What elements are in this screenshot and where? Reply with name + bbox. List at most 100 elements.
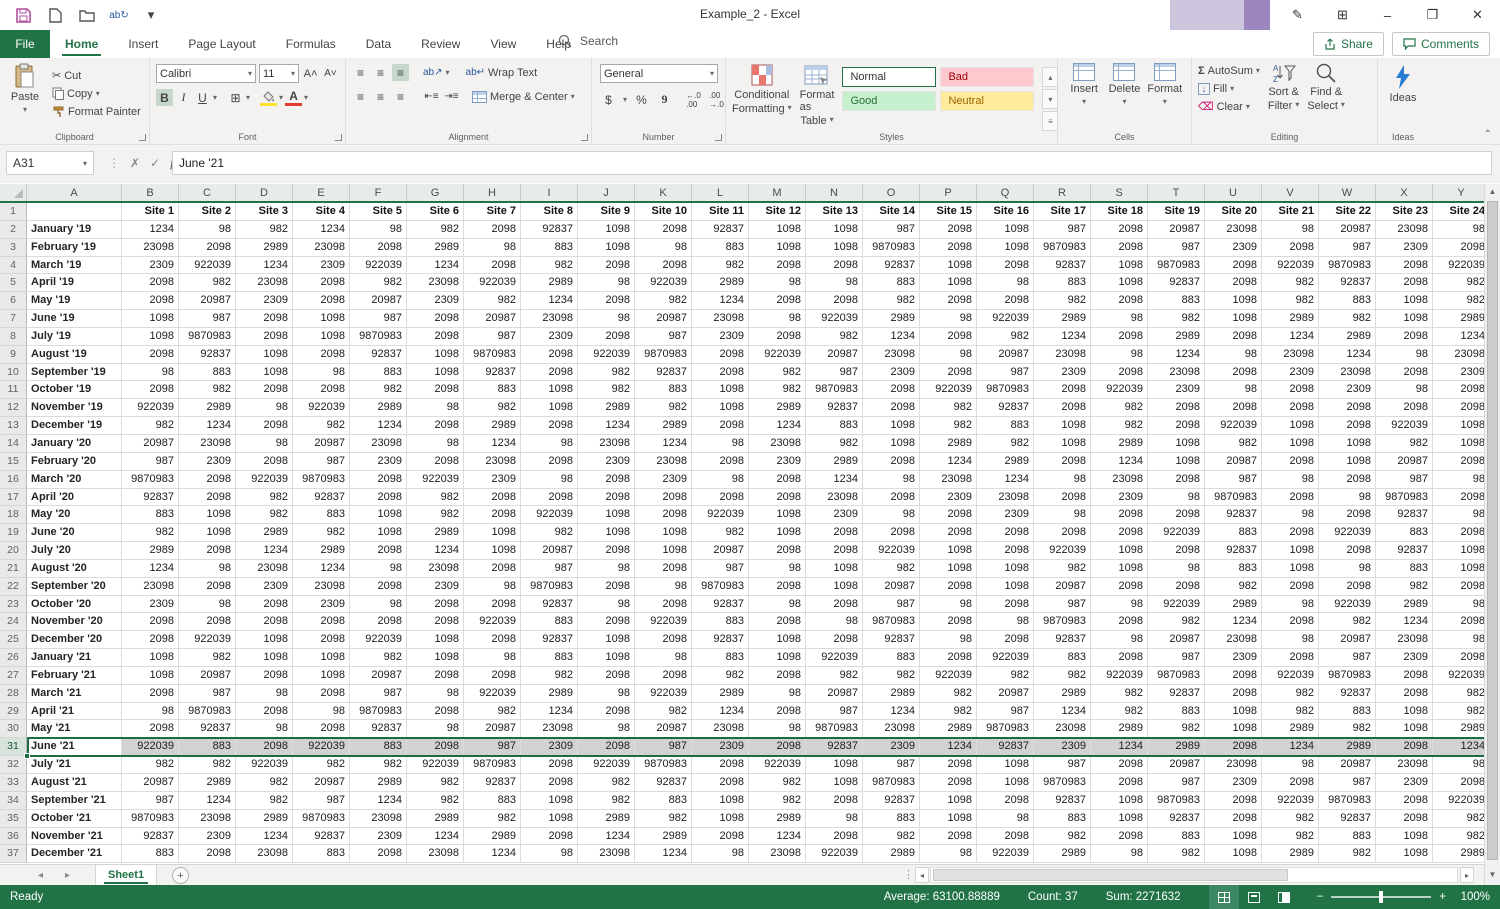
grid-cell-F29[interactable]: 9870983 [350,703,407,721]
grid-cell-G28[interactable]: 98 [407,685,464,703]
grid-cell-N20[interactable]: 2098 [806,542,863,560]
grid-cell-W27[interactable]: 9870983 [1319,667,1376,685]
grid-cell-C30[interactable]: 92837 [179,720,236,738]
grid-cell-L19[interactable]: 982 [692,524,749,542]
grid-cell-U32[interactable]: 23098 [1205,756,1262,774]
grid-cell-S9[interactable]: 98 [1091,346,1148,364]
grid-cell-C18[interactable]: 1098 [179,506,236,524]
paste-button[interactable]: Paste▾ [4,63,46,120]
tab-view[interactable]: View [475,30,531,58]
grid-cell-B4[interactable]: 2309 [122,257,179,275]
grid-cell-L37[interactable]: 98 [692,845,749,863]
grid-cell-D17[interactable]: 982 [236,489,293,507]
conditional-formatting-button[interactable]: ConditionalFormatting▾ [732,63,792,115]
zoom-slider-thumb[interactable] [1379,891,1383,903]
grid-cell-V31[interactable]: 1234 [1262,738,1319,756]
grid-cell-R8[interactable]: 1234 [1034,328,1091,346]
grid-cell-M5[interactable]: 98 [749,274,806,292]
grid-cell-S32[interactable]: 2098 [1091,756,1148,774]
grid-cell-P8[interactable]: 2098 [920,328,977,346]
borders-caret-icon[interactable]: ▾ [246,93,250,102]
grid-cell-Q4[interactable]: 2098 [977,257,1034,275]
grid-cell-H23[interactable]: 2098 [464,596,521,614]
grid-cell-Q15[interactable]: 2989 [977,453,1034,471]
grid-cell-W34[interactable]: 9870983 [1319,792,1376,810]
grid-cell-U9[interactable]: 98 [1205,346,1262,364]
grid-cell-F22[interactable]: 2098 [350,578,407,596]
grid-cell-E16[interactable]: 9870983 [293,471,350,489]
grid-cell-G35[interactable]: 2989 [407,810,464,828]
alignment-dialog-launcher-icon[interactable] [581,134,588,141]
grid-cell-L9[interactable]: 2098 [692,346,749,364]
grid-cell-H35[interactable]: 982 [464,810,521,828]
grid-cell-X23[interactable]: 2989 [1376,596,1433,614]
style-chip-neutral[interactable]: Neutral [940,91,1034,111]
grid-cell-T13[interactable]: 2098 [1148,417,1205,435]
grid-cell-C21[interactable]: 98 [179,560,236,578]
grid-cell-K35[interactable]: 982 [635,810,692,828]
grid-cell-A21[interactable]: August '20 [27,560,122,578]
grid-cell-F11[interactable]: 982 [350,381,407,399]
grid-cell-site-23[interactable]: Site 23 [1376,203,1433,221]
row-header-19[interactable]: 19 [0,524,27,542]
collapse-ribbon-icon[interactable]: ⌃ [1484,129,1492,140]
grid-cell-C27[interactable]: 20987 [179,667,236,685]
grid-cell-L33[interactable]: 2098 [692,774,749,792]
grid-cell-U37[interactable]: 1098 [1205,845,1262,863]
grid-cell-R21[interactable]: 982 [1034,560,1091,578]
grid-cell-W22[interactable]: 2098 [1319,578,1376,596]
grid-cell-F24[interactable]: 2098 [350,613,407,631]
grid-cell-F14[interactable]: 23098 [350,435,407,453]
edit-pen-icon[interactable]: ✎ [1275,0,1320,30]
grid-cell-B27[interactable]: 1098 [122,667,179,685]
grid-cell-U13[interactable]: 922039 [1205,417,1262,435]
grid-cell-V34[interactable]: 922039 [1262,792,1319,810]
grid-cell-G11[interactable]: 2098 [407,381,464,399]
grid-cell-Q28[interactable]: 20987 [977,685,1034,703]
grid-cell-Q14[interactable]: 982 [977,435,1034,453]
grid-cell-U27[interactable]: 2098 [1205,667,1262,685]
grid-cell-L30[interactable]: 23098 [692,720,749,738]
grid-cell-W32[interactable]: 20987 [1319,756,1376,774]
row-header-17[interactable]: 17 [0,489,27,507]
grid-cell-site-9[interactable]: Site 9 [578,203,635,221]
grid-cell-W30[interactable]: 982 [1319,720,1376,738]
grid-cell-O12[interactable]: 2098 [863,399,920,417]
grid-cell-U16[interactable]: 987 [1205,471,1262,489]
grid-cell-G25[interactable]: 1098 [407,631,464,649]
grid-cell-O16[interactable]: 98 [863,471,920,489]
grid-cell-O27[interactable]: 982 [863,667,920,685]
grid-cell-P28[interactable]: 982 [920,685,977,703]
grid-cell-B9[interactable]: 2098 [122,346,179,364]
grid-cell-H17[interactable]: 2098 [464,489,521,507]
grid-cell-X20[interactable]: 92837 [1376,542,1433,560]
grid-cell-K26[interactable]: 98 [635,649,692,667]
grid-cell-P35[interactable]: 1098 [920,810,977,828]
grid-cell-J18[interactable]: 1098 [578,506,635,524]
format-as-table-button[interactable]: Format asTable▾ [800,63,835,127]
grid-cell-V4[interactable]: 922039 [1262,257,1319,275]
grid-cell-D22[interactable]: 2309 [236,578,293,596]
grid-cell-F20[interactable]: 2098 [350,542,407,560]
grid-cell-Y32[interactable]: 98 [1433,756,1484,774]
grid-cell-L26[interactable]: 883 [692,649,749,667]
grid-cell-G37[interactable]: 23098 [407,845,464,863]
grid-cell-B5[interactable]: 2098 [122,274,179,292]
grid-cell-B30[interactable]: 2098 [122,720,179,738]
grid-cell-M2[interactable]: 1098 [749,221,806,239]
grid-cell-L24[interactable]: 883 [692,613,749,631]
grid-cell-B12[interactable]: 922039 [122,399,179,417]
grid-cell-A34[interactable]: September '21 [27,792,122,810]
grid-cell-X11[interactable]: 98 [1376,381,1433,399]
grid-cell-K33[interactable]: 92837 [635,774,692,792]
grid-cell-O36[interactable]: 982 [863,828,920,846]
column-header-S[interactable]: S [1091,184,1148,201]
grid-cell-J35[interactable]: 2989 [578,810,635,828]
tab-formulas[interactable]: Formulas [271,30,351,58]
grid-cell-S36[interactable]: 2098 [1091,828,1148,846]
grid-cell-B13[interactable]: 982 [122,417,179,435]
grid-cell-D23[interactable]: 2098 [236,596,293,614]
grid-cell-N18[interactable]: 2309 [806,506,863,524]
grid-cell-T5[interactable]: 92837 [1148,274,1205,292]
grid-cell-G10[interactable]: 1098 [407,364,464,382]
